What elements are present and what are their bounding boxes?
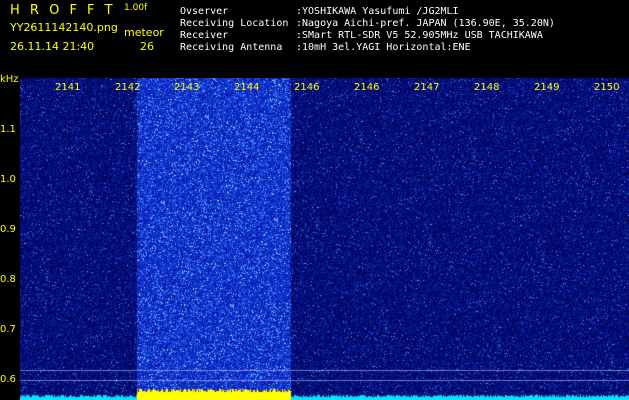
location-label: Receiving Location bbox=[180, 18, 289, 29]
x-tick-2141: 2141 bbox=[55, 82, 81, 93]
receiver-label: Receiver bbox=[180, 30, 229, 41]
app-name: H R O F F T bbox=[10, 3, 116, 18]
observer-label: Ovserver bbox=[180, 6, 229, 17]
waterfall-canvas bbox=[20, 78, 629, 400]
x-tick-2150: 2150 bbox=[594, 82, 620, 93]
y-tick-0.8: 0.8 bbox=[0, 274, 16, 285]
y-tick-0.7: 0.7 bbox=[0, 324, 16, 335]
file-name: YY2611142140.png bbox=[10, 21, 118, 34]
y-tick-1.1: 1.1 bbox=[0, 124, 16, 135]
x-tick-2143: 2143 bbox=[174, 82, 200, 93]
date-time: 26.11.14 21:40 bbox=[10, 40, 95, 53]
app-version: 1.00f bbox=[124, 3, 148, 13]
x-tick-2149: 2149 bbox=[534, 82, 560, 93]
header-panel: H R O F F T 1.00f YY2611142140.png meteo… bbox=[0, 0, 629, 78]
y-tick-0.9: 0.9 bbox=[0, 224, 16, 235]
observer-value: :YOSHIKAWA Yasufumi /JG2MLI bbox=[296, 6, 459, 17]
y-tick-0.6: 0.6 bbox=[0, 374, 16, 385]
x-tick-2142: 2142 bbox=[115, 82, 141, 93]
spectrogram-plot bbox=[20, 78, 629, 400]
y-tick-1.0: 1.0 bbox=[0, 174, 16, 185]
x-tick-2147: 2147 bbox=[414, 82, 440, 93]
meteor-label: meteor bbox=[124, 26, 164, 39]
location-value: :Nagoya Aichi-pref. JAPAN (136.90E, 35.2… bbox=[296, 18, 555, 29]
y-axis-unit: kHz bbox=[0, 74, 19, 85]
x-tick-2146b: 2146 bbox=[354, 82, 380, 93]
meteor-count: 26 bbox=[140, 40, 154, 53]
x-tick-2148: 2148 bbox=[474, 82, 500, 93]
receiver-value: :SMart RTL-SDR V5 52.905MHz USB TACHIKAW… bbox=[296, 30, 543, 41]
antenna-value: :10mH 3el.YAGI Horizontal:ENE bbox=[296, 42, 471, 53]
x-tick-2146a: 2146 bbox=[294, 82, 320, 93]
antenna-label: Receiving Antenna bbox=[180, 42, 283, 53]
x-tick-2144: 2144 bbox=[234, 82, 260, 93]
